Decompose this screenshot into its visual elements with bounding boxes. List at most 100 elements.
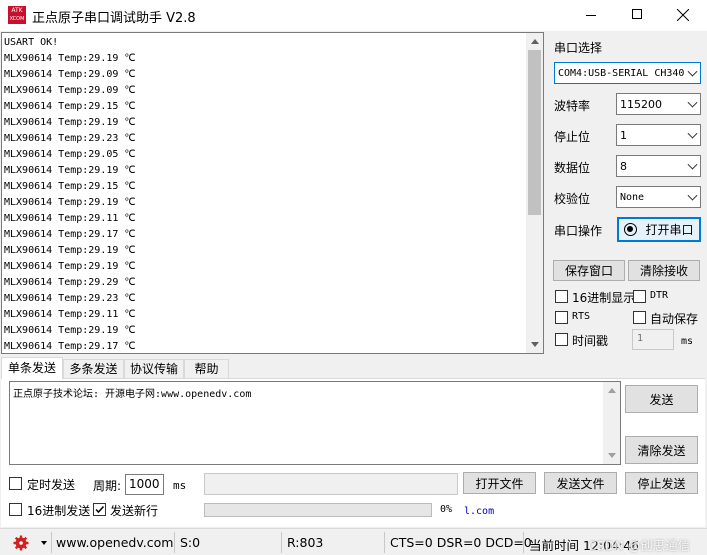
send-file-label: 发送文件 <box>556 476 605 491</box>
stop-send-button[interactable]: 停止发送 <box>625 472 698 494</box>
receive-line: MLX90614 Temp:29.19 ℃ <box>4 261 136 272</box>
tab-bar: 单条发送 多条发送 协议传输 帮助 <box>1 357 705 379</box>
receive-line: MLX90614 Temp:29.19 ℃ <box>4 165 136 176</box>
parity-value: None <box>620 191 645 203</box>
tab-label: 单条发送 <box>7 361 56 375</box>
data-bits-value: 8 <box>620 159 627 173</box>
rts-checkbox[interactable] <box>555 311 568 324</box>
port-status-icon <box>624 223 638 236</box>
tab-multi-send[interactable]: 多条发送 <box>63 359 124 379</box>
tab-single-send[interactable]: 单条发送 <box>1 357 63 379</box>
baud-select-value: 115200 <box>620 97 662 111</box>
timestamp-input[interactable]: 1 <box>632 329 674 350</box>
port-select-label: 串口选择 <box>554 41 603 55</box>
hex-display-checkbox[interactable] <box>555 290 568 303</box>
timestamp-unit: ms <box>681 336 694 347</box>
period-value: 1000 <box>129 477 160 491</box>
send-count: S:0 <box>180 535 201 550</box>
hex-send-checkbox[interactable] <box>9 503 22 516</box>
data-bits-label: 数据位 <box>554 161 591 175</box>
tab-protocol[interactable]: 协议传输 <box>124 359 184 379</box>
tab-label: 协议传输 <box>129 362 178 376</box>
checkmark-icon <box>95 505 105 514</box>
save-window-button[interactable]: 保存窗口 <box>553 260 625 281</box>
send-file-button[interactable]: 发送文件 <box>544 472 617 494</box>
port-select[interactable]: COM4:USB-SERIAL CH340 <box>554 62 701 84</box>
newline-checkbox[interactable] <box>93 503 106 516</box>
newline-label: 发送新行 <box>110 504 159 518</box>
send-scrollbar[interactable] <box>603 382 620 464</box>
save-window-label: 保存窗口 <box>564 264 613 278</box>
clear-receive-button[interactable]: 清除接收 <box>628 260 700 281</box>
minimize-button[interactable] <box>576 6 606 24</box>
watermark: CSDN @创思通信 <box>588 538 691 553</box>
stop-bits-label: 停止位 <box>554 130 591 144</box>
timestamp-checkbox[interactable] <box>555 333 568 346</box>
status-url[interactable]: www.openedv.com <box>56 535 173 550</box>
chevron-down-icon <box>687 66 698 77</box>
timed-send-label: 定时发送 <box>27 478 76 492</box>
receive-line: MLX90614 Temp:29.11 ℃ <box>4 309 136 320</box>
minimize-icon <box>586 15 596 16</box>
scroll-down-icon[interactable] <box>531 342 539 347</box>
dtr-checkbox[interactable] <box>633 290 646 303</box>
scrollbar-thumb[interactable] <box>528 50 541 215</box>
status-divider <box>523 532 524 553</box>
receive-line: MLX90614 Temp:29.17 ℃ <box>4 229 136 240</box>
receive-text: USART OK! MLX90614 Temp:29.19 ℃ MLX90614 T… <box>4 35 136 353</box>
period-label: 周期: <box>93 479 122 493</box>
receive-line: MLX90614 Temp:29.23 ℃ <box>4 293 136 304</box>
scroll-down-icon[interactable] <box>608 453 616 458</box>
status-divider <box>281 532 282 553</box>
baud-select[interactable]: 115200 <box>616 93 701 115</box>
stop-send-label: 停止发送 <box>637 476 686 491</box>
progress-text: 0% <box>440 504 453 515</box>
period-unit: ms <box>173 479 187 492</box>
url-field: l.com <box>460 500 699 524</box>
maximize-button[interactable] <box>623 6 653 24</box>
send-textarea[interactable]: 正点原子技术论坛: 开源电子网:www.openedv.com <box>9 381 621 465</box>
status-divider <box>384 532 385 553</box>
receive-area[interactable]: USART OK! MLX90614 Temp:29.19 ℃ MLX90614 T… <box>1 32 544 354</box>
receive-scrollbar[interactable] <box>526 33 543 353</box>
period-input[interactable]: 1000 <box>125 474 164 495</box>
timestamp-label: 时间戳 <box>572 334 609 348</box>
chevron-down-icon <box>687 128 698 139</box>
rts-label: RTS <box>572 311 591 322</box>
timed-send-checkbox[interactable] <box>9 477 22 490</box>
settings-gear-icon[interactable] <box>13 535 29 551</box>
receive-count: R:803 <box>287 535 324 550</box>
status-divider <box>51 532 52 553</box>
data-bits-select[interactable]: 8 <box>616 155 701 177</box>
baud-label: 波特率 <box>554 99 591 113</box>
auto-save-checkbox[interactable] <box>633 311 646 324</box>
file-path-input[interactable] <box>204 473 458 495</box>
hex-send-label: 16进制发送 <box>27 504 91 518</box>
logo-text-top: ATK <box>11 7 23 14</box>
scroll-up-icon[interactable] <box>608 388 616 393</box>
open-port-button[interactable]: 打开串口 <box>617 217 701 242</box>
stop-bits-select[interactable]: 1 <box>616 124 701 146</box>
send-label: 发送 <box>649 392 674 407</box>
scroll-up-icon[interactable] <box>531 39 539 44</box>
chevron-down-icon <box>687 97 698 108</box>
tab-label: 多条发送 <box>69 362 118 376</box>
receive-line: MLX90614 Temp:29.09 ℃ <box>4 69 136 80</box>
receive-line: MLX90614 Temp:29.05 ℃ <box>4 149 136 160</box>
parity-select[interactable]: None <box>616 186 701 208</box>
close-button[interactable] <box>668 6 698 24</box>
timestamp-value: 1 <box>637 333 644 344</box>
status-bar: www.openedv.com S:0 R:803 CTS=0 DSR=0 DC… <box>0 528 707 555</box>
open-file-button[interactable]: 打开文件 <box>463 472 536 494</box>
clear-send-button[interactable]: 清除发送 <box>625 436 698 464</box>
app-logo: ATK XCOM <box>8 6 26 24</box>
parity-label: 校验位 <box>554 192 591 206</box>
open-file-label: 打开文件 <box>475 476 524 491</box>
settings-dropdown-icon[interactable] <box>41 541 47 545</box>
chevron-down-icon <box>687 159 698 170</box>
send-button[interactable]: 发送 <box>625 385 698 413</box>
auto-save-label: 自动保存 <box>650 312 699 326</box>
url-text: l.com <box>464 506 495 517</box>
open-port-label: 打开串口 <box>645 223 694 237</box>
tab-help[interactable]: 帮助 <box>184 359 229 379</box>
